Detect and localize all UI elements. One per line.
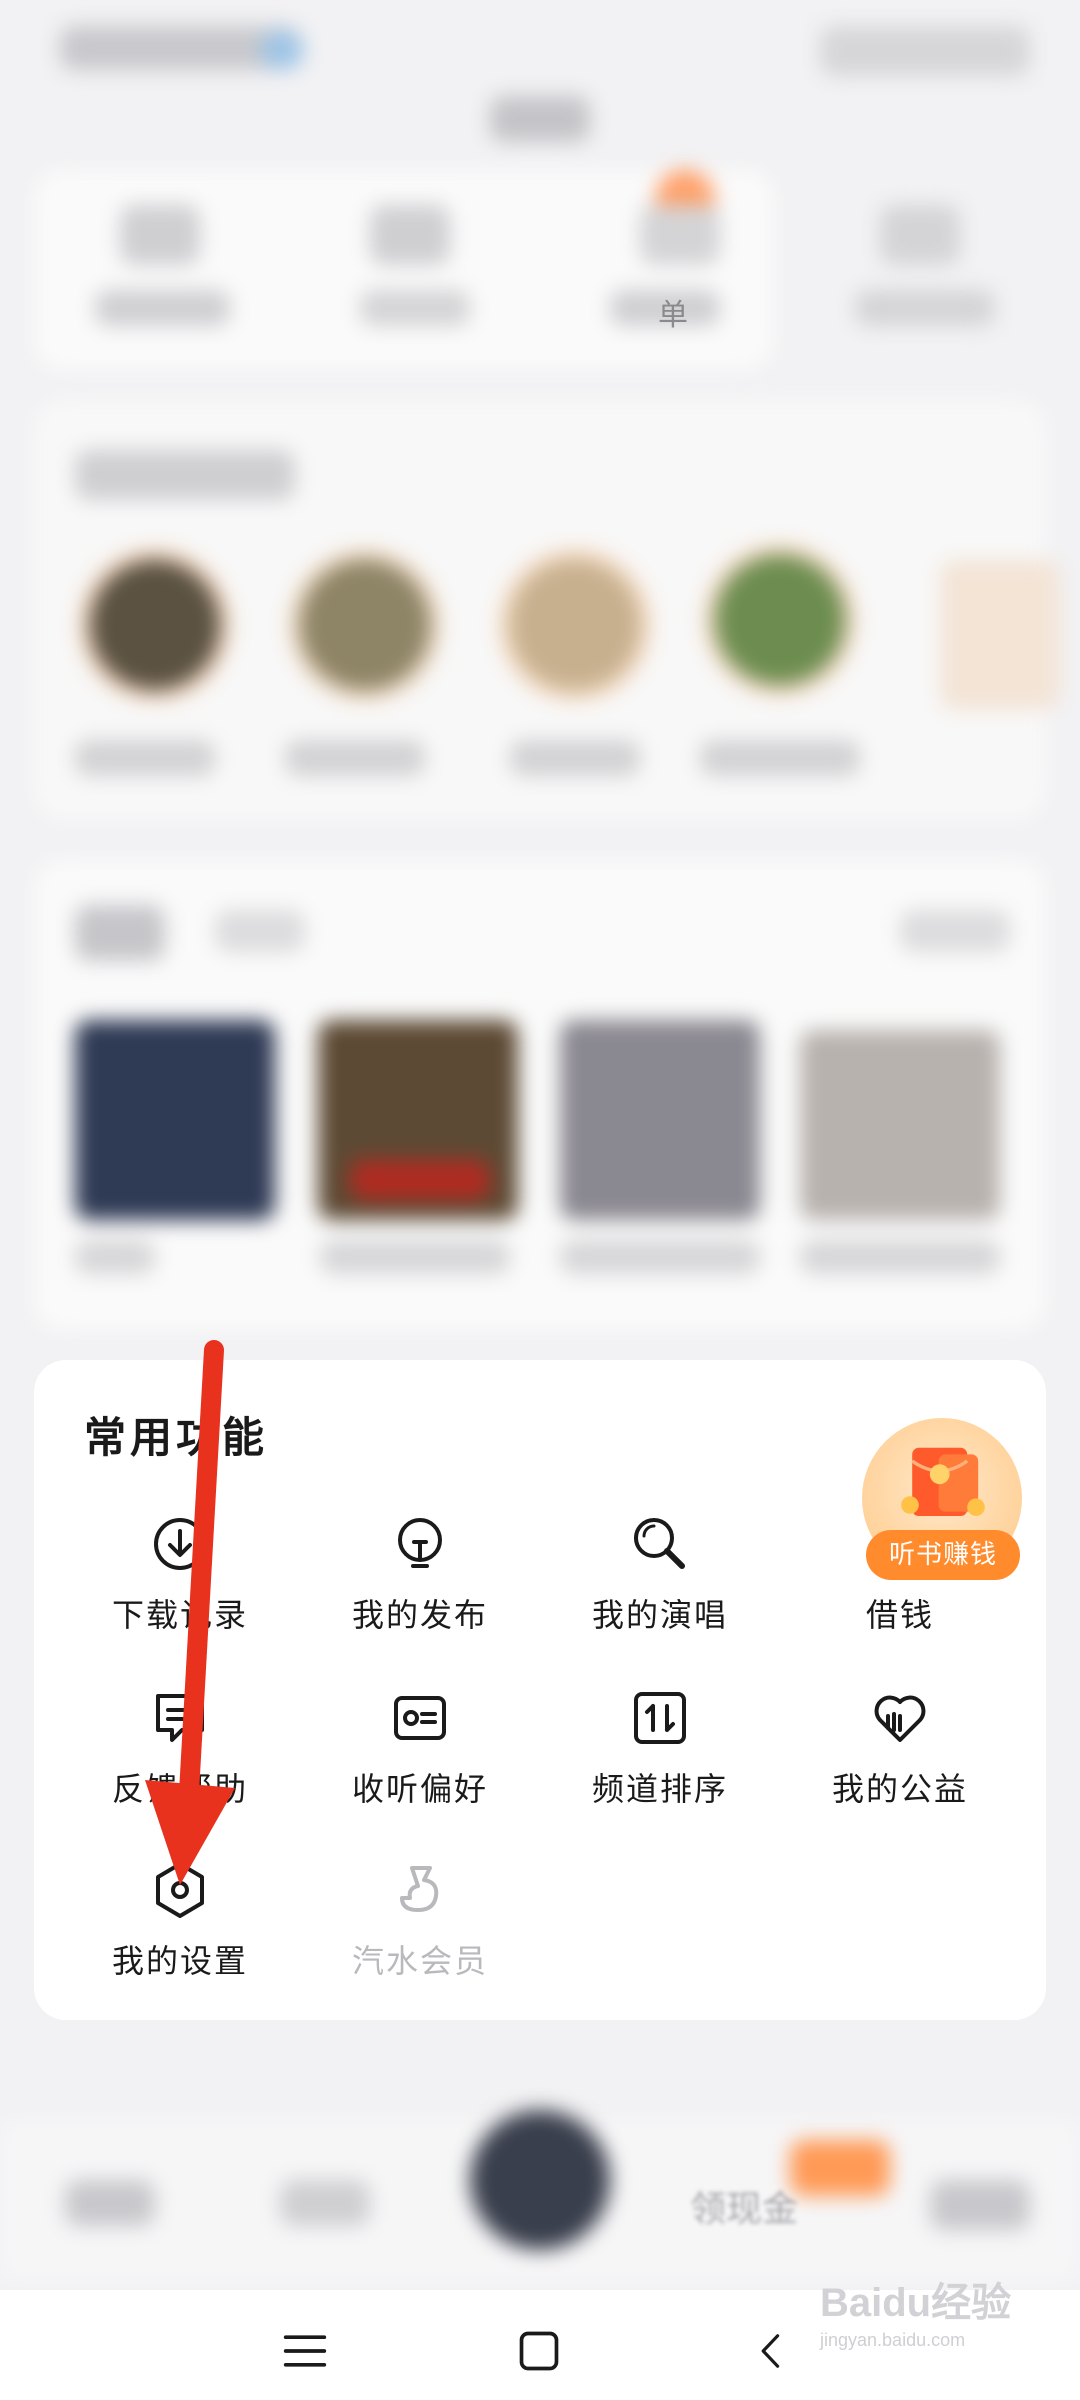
microphone-icon <box>634 1518 685 1569</box>
my-charity-button[interactable]: 我的公益 <box>800 1686 1000 1810</box>
borrow-money-label: 借钱 <box>865 1596 934 1634</box>
my-publish-button[interactable]: 我的发布 <box>320 1512 520 1636</box>
sort-icon <box>634 1692 686 1744</box>
lightbulb-icon <box>398 1518 442 1568</box>
promo-label: 听书赚钱 <box>866 1530 1020 1580</box>
watermark-url: jingyan.baidu.com <box>820 2330 966 2350</box>
my-singing-label: 我的演唱 <box>591 1596 728 1634</box>
annotation-arrow <box>145 1340 235 1885</box>
listening-preference-button[interactable]: 收听偏好 <box>320 1686 520 1810</box>
back-chevron-icon[interactable] <box>752 2328 792 2374</box>
red-envelope-icon <box>901 1447 985 1516</box>
channel-sort-label: 频道排序 <box>591 1770 728 1808</box>
tab-partial-label[interactable]: 领现金 <box>690 2180 798 2232</box>
my-charity-label: 我的公益 <box>831 1770 968 1808</box>
listening-preference-label: 收听偏好 <box>351 1770 488 1808</box>
watermark-brand: Baidu经验 <box>820 2281 1012 2325</box>
blurred-background <box>0 0 1080 1340</box>
menu-icon[interactable] <box>282 2328 328 2374</box>
listen-earn-promo[interactable]: 听书赚钱 <box>860 1418 1022 1588</box>
soda-member-icon <box>400 1866 439 1912</box>
heart-hand-icon <box>874 1695 926 1742</box>
my-singing-button[interactable]: 我的演唱 <box>560 1512 760 1636</box>
my-publish-label: 我的发布 <box>351 1596 488 1634</box>
preference-card-icon <box>394 1696 446 1740</box>
bottom-tab-bar: 领现金 <box>0 2100 1080 2290</box>
soda-member-label: 汽水会员 <box>351 1942 488 1980</box>
watermark: Baidu经验 jingyan.baidu.com <box>820 2270 1011 2351</box>
home-square-icon[interactable] <box>516 2328 562 2374</box>
soda-member-button[interactable]: 汽水会员 <box>320 1858 520 1982</box>
top-tab-partial-label: 单 <box>658 298 688 333</box>
channel-sort-button[interactable]: 频道排序 <box>560 1686 760 1810</box>
